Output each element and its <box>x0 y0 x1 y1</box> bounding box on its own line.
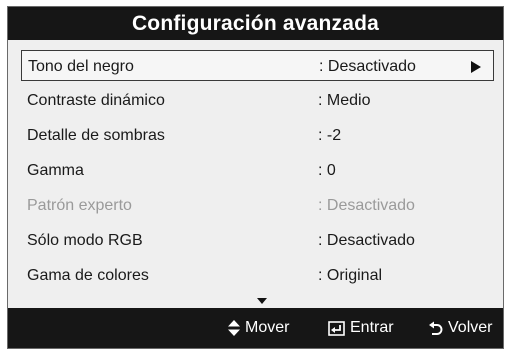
enter-icon <box>328 320 345 336</box>
menu-item-value: : Medio <box>318 92 371 109</box>
menu-item-label: Patrón experto <box>27 197 132 214</box>
menu-item-label: Gama de colores <box>27 267 149 284</box>
enter-hint: Entrar <box>328 308 394 348</box>
move-hint: Mover <box>228 308 289 348</box>
menu-item-label: Detalle de sombras <box>27 127 165 144</box>
menu-item-gamma[interactable]: Gamma : 0 <box>21 155 494 186</box>
menu-item-solo-modo-rgb[interactable]: Sólo modo RGB : Desactivado <box>21 225 494 256</box>
return-label: Volver <box>448 319 493 336</box>
menu-item-patron-experto: Patrón experto : Desactivado <box>21 190 494 221</box>
menu-item-value: : 0 <box>318 162 336 179</box>
return-icon <box>429 321 443 335</box>
menu-item-detalle-de-sombras[interactable]: Detalle de sombras : -2 <box>21 120 494 151</box>
menu-item-label: Tono del negro <box>28 58 134 75</box>
menu-item-label: Gamma <box>27 162 84 179</box>
dialog-title: Configuración avanzada <box>8 7 503 40</box>
menu-item-value: : -2 <box>318 127 342 144</box>
menu-item-value: : Desactivado <box>319 58 416 75</box>
footer-bar: Mover Entrar Volver <box>8 308 503 348</box>
menu-item-value: : Desactivado <box>318 197 415 214</box>
return-hint: Volver <box>429 308 492 348</box>
triangle-right-icon <box>471 61 481 73</box>
advanced-settings-dialog: Configuración avanzada Tono del negro : … <box>7 6 504 349</box>
move-label: Mover <box>245 319 290 336</box>
enter-label: Entrar <box>350 319 394 336</box>
menu-item-value: : Original <box>318 267 383 284</box>
menu-item-gama-de-colores[interactable]: Gama de colores : Original <box>21 260 494 291</box>
menu-item-tono-del-negro[interactable]: Tono del negro : Desactivado <box>21 50 494 81</box>
menu-item-label: Sólo modo RGB <box>27 232 143 249</box>
menu-item-contraste-dinamico[interactable]: Contraste dinámico : Medio <box>21 85 494 116</box>
menu-item-label: Contraste dinámico <box>27 92 165 109</box>
up-down-arrows-icon <box>228 320 240 336</box>
triangle-down-icon[interactable] <box>257 298 267 304</box>
menu-item-value: : Desactivado <box>318 232 415 249</box>
